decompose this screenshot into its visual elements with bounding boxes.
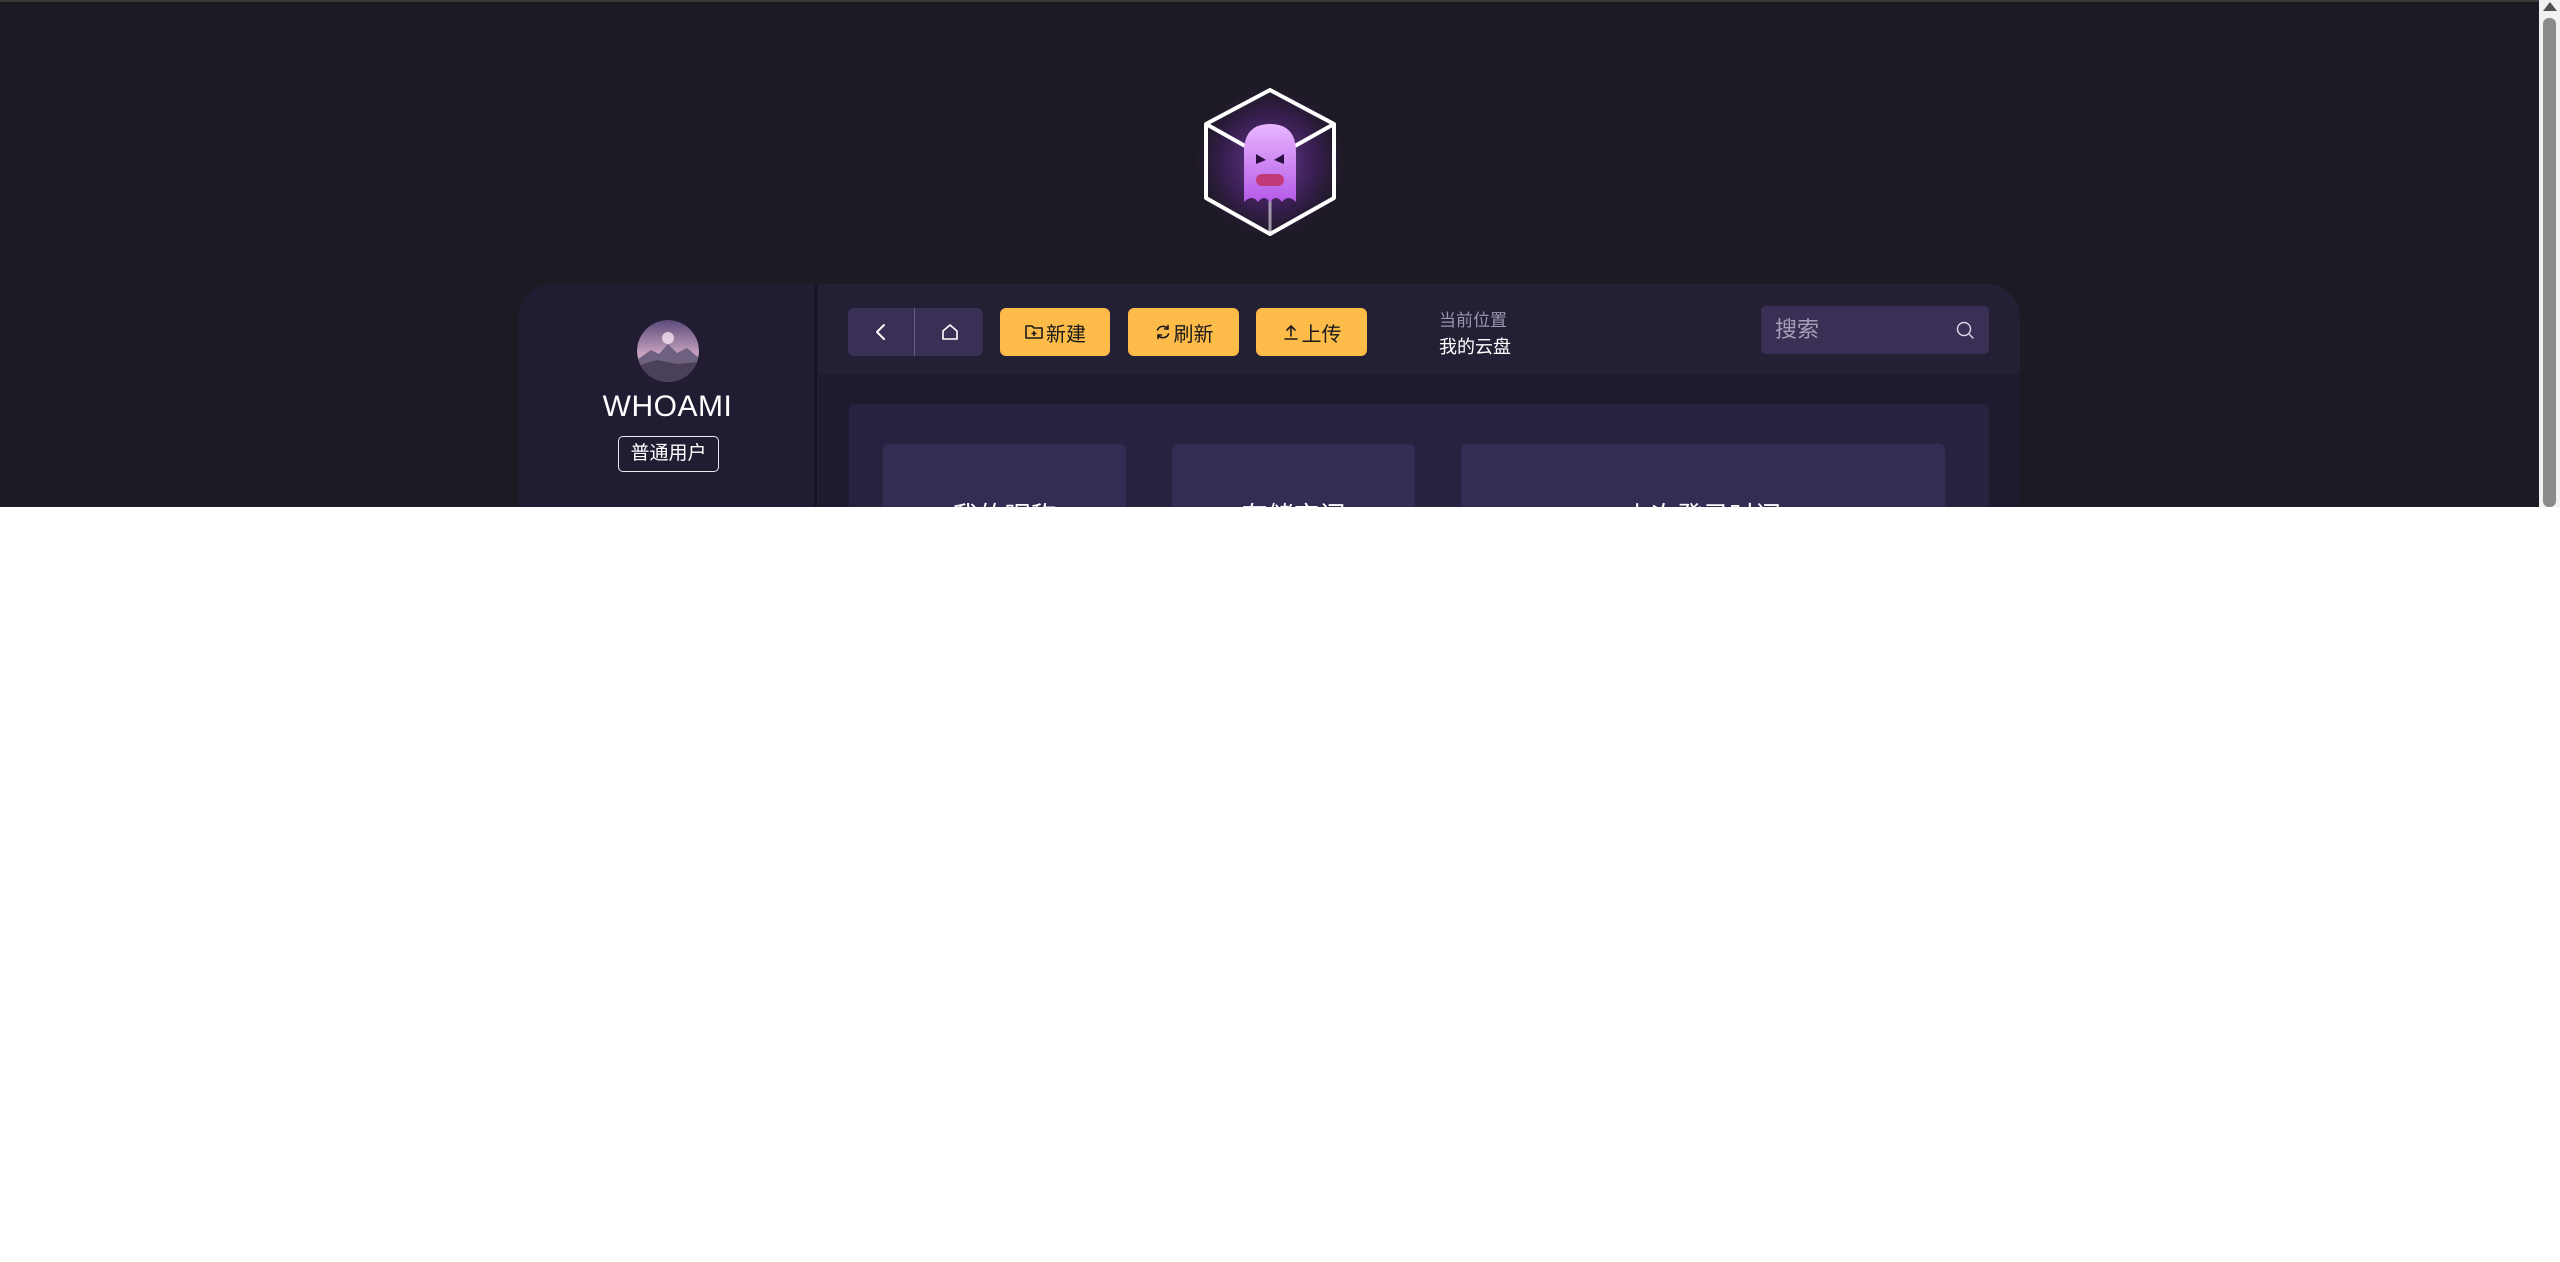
sidebar: WHOAMI 普通用户 (518, 284, 817, 507)
ghost-cube-logo (1188, 82, 1352, 242)
blank-area (0, 507, 2560, 1262)
info-section: 我的昵称 存储空间 上次登录时间 (849, 404, 1989, 507)
scroll-up-arrow-icon[interactable] (2543, 2, 2557, 11)
refresh-button[interactable]: 刷新 (1128, 308, 1239, 356)
upload-icon (1283, 325, 1298, 340)
vertical-scrollbar[interactable] (2539, 0, 2560, 507)
chevron-left-icon (876, 324, 885, 340)
folder-add-icon (1025, 325, 1043, 339)
scrollbar-thumb[interactable] (2543, 18, 2556, 507)
card-title: 我的昵称 (883, 496, 1126, 507)
last-login-card: 上次登录时间 (1461, 444, 1945, 507)
avatar[interactable] (637, 320, 699, 382)
username: WHOAMI (602, 390, 733, 423)
home-button[interactable] (916, 308, 983, 356)
upload-button-label: 上传 (1301, 321, 1342, 346)
page-background: WHOAMI 普通用户 新建 刷新 上传 当前位置 我的云盘 搜索 (0, 0, 2539, 507)
app-viewport: WHOAMI 普通用户 新建 刷新 上传 当前位置 我的云盘 搜索 (0, 0, 2560, 1262)
current-location-label: 当前位置 (1439, 311, 1507, 331)
back-button[interactable] (848, 308, 915, 356)
home-icon (941, 324, 958, 340)
search-box (1761, 306, 1989, 354)
user-role-badge: 普通用户 (618, 436, 719, 472)
toolbar: 新建 刷新 上传 当前位置 我的云盘 搜索 (819, 284, 2020, 374)
storage-card: 存储空间 (1172, 444, 1415, 507)
content-area: 我的昵称 存储空间 上次登录时间 (819, 374, 2020, 507)
upload-button[interactable]: 上传 (1256, 308, 1367, 356)
nav-button-group (848, 308, 983, 356)
main-panel: WHOAMI 普通用户 新建 刷新 上传 当前位置 我的云盘 搜索 (518, 284, 2020, 507)
search-input[interactable] (1775, 306, 1945, 354)
nickname-card: 我的昵称 (883, 444, 1126, 507)
search-icon[interactable] (1955, 320, 1975, 340)
refresh-button-label: 刷新 (1173, 321, 1214, 346)
refresh-icon (1156, 324, 1169, 340)
new-folder-button[interactable]: 新建 (1000, 308, 1110, 356)
new-button-label: 新建 (1046, 321, 1086, 346)
current-location-breadcrumb[interactable]: 我的云盘 (1439, 333, 1511, 359)
card-title: 上次登录时间 (1461, 496, 1945, 507)
card-title: 存储空间 (1172, 496, 1415, 507)
